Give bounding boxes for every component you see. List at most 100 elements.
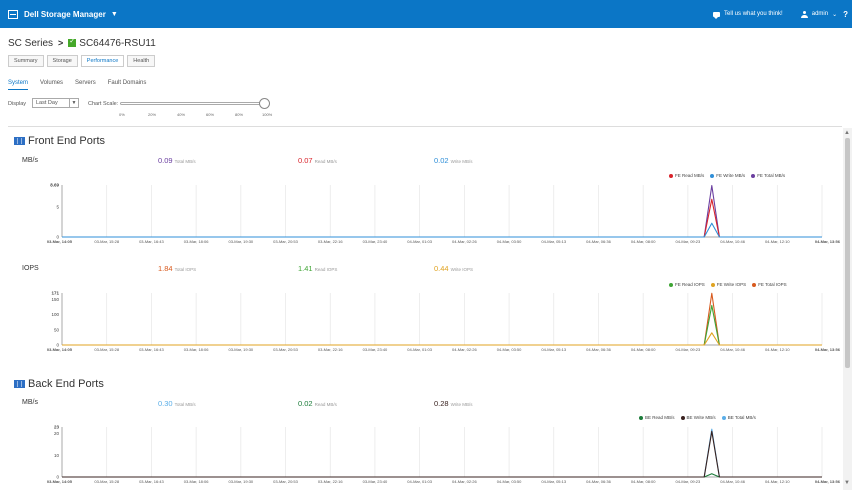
legend-item[interactable]: BE Read MB/s xyxy=(639,415,675,420)
y-tick-label: 150 xyxy=(51,297,59,302)
x-tick-label: 04-Mar, 09:23 xyxy=(676,479,701,484)
x-tick-label: 03-Mar, 19:30 xyxy=(228,479,253,484)
legend-item[interactable]: FE Total MB/s xyxy=(751,173,785,178)
x-tick-label: 04-Mar, 08:00 xyxy=(631,239,656,244)
legend-dot xyxy=(751,173,756,178)
x-tick-label: 03-Mar, 15:28 xyxy=(94,239,119,244)
y-tick-label: 50 xyxy=(54,327,60,332)
x-tick-label: 04-Mar, 13:56 xyxy=(815,239,841,244)
x-tick-label: 03-Mar, 16:43 xyxy=(139,239,164,244)
legend-label: BE Total MB/s xyxy=(727,415,756,420)
user-menu-button[interactable]: admin ⌄ xyxy=(797,10,838,18)
x-tick-label: 04-Mar, 09:23 xyxy=(676,239,701,244)
unit: Write MB/s xyxy=(450,402,473,407)
legend-item[interactable]: FE Read MB/s xyxy=(669,173,704,178)
legend-dot xyxy=(669,282,673,287)
legend-dot xyxy=(639,415,643,420)
x-tick-label: 04-Mar, 13:56 xyxy=(815,347,841,352)
subtab-servers[interactable]: Servers xyxy=(75,80,96,90)
x-tick-label: 04-Mar, 13:56 xyxy=(815,479,841,484)
unit: Read MB/s xyxy=(314,159,337,164)
section-title: Back End Ports xyxy=(28,378,104,390)
legend-dot xyxy=(752,282,757,287)
scrollbar-thumb[interactable] xyxy=(845,138,850,368)
feedback-label: Tell us what you think! xyxy=(724,11,783,17)
value: 0.28 xyxy=(434,399,449,408)
subtab-system[interactable]: System xyxy=(8,80,29,90)
legend-item[interactable]: BE Total MB/s xyxy=(721,415,756,420)
subtab-fault-domains[interactable]: Fault Domains xyxy=(108,80,147,90)
breadcrumb-system: SC64476-RSU11 xyxy=(79,37,156,49)
be-mbs-label: MB/s xyxy=(22,399,38,406)
chart-legend: BE Read MB/s BE Write MB/s BE Total MB/s xyxy=(633,415,756,420)
value: 0.02 xyxy=(434,156,449,165)
x-tick-label: 04-Mar, 01:03 xyxy=(407,347,432,352)
be-mbs-chart: 232010003-Mar, 14:05 03-Mar, 15:28 03-Mar,… xyxy=(47,425,841,485)
x-tick-label: 03-Mar, 23:40 xyxy=(363,479,388,484)
chevron-down-icon: ▼ xyxy=(110,10,118,18)
tab-health[interactable]: Health xyxy=(127,55,156,67)
series-line xyxy=(62,222,822,238)
chevron-down-icon: ⌄ xyxy=(832,11,838,18)
vertical-scrollbar[interactable]: ▲ ▼ xyxy=(843,128,852,490)
section-front-end: Front End Ports xyxy=(14,135,105,147)
x-tick-label: 04-Mar, 12:10 xyxy=(765,479,790,484)
x-tick-label: 03-Mar, 19:30 xyxy=(228,347,253,352)
x-tick-label: 03-Mar, 18:06 xyxy=(184,479,209,484)
display-select-value: Last Day xyxy=(36,100,58,106)
legend-item[interactable]: FE Write MB/s xyxy=(710,173,745,178)
legend-item[interactable]: BE Write MB/s xyxy=(680,415,716,420)
scale-tick: 0% xyxy=(119,112,125,117)
x-tick-label: 04-Mar, 06:36 xyxy=(586,479,611,484)
tab-summary[interactable]: Summary xyxy=(8,55,44,67)
x-tick-label: 04-Mar, 09:23 xyxy=(676,347,701,352)
value: 0.02 xyxy=(298,399,313,408)
fe-read-iops: 1.41 Read IOPS xyxy=(298,264,337,273)
legend-dot xyxy=(669,173,673,178)
scroll-up-icon[interactable]: ▲ xyxy=(844,130,850,136)
x-tick-label: 03-Mar, 20:53 xyxy=(273,347,298,352)
x-tick-label: 03-Mar, 23:40 xyxy=(363,347,388,352)
main-tabs: Summary Storage Performance Health xyxy=(8,55,158,67)
chart-scale-ticks: 0% 20% 40% 60% 80% 100% xyxy=(116,112,278,118)
x-tick-label: 04-Mar, 06:36 xyxy=(586,347,611,352)
help-button[interactable]: ? xyxy=(843,10,848,19)
legend-label: BE Write MB/s xyxy=(686,415,716,420)
x-tick-label: 04-Mar, 05:13 xyxy=(541,479,566,484)
y-tick-label: 5 xyxy=(56,205,59,210)
x-tick-label: 04-Mar, 10:46 xyxy=(720,239,745,244)
section-back-end: Back End Ports xyxy=(14,378,104,390)
x-tick-label: 04-Mar, 10:46 xyxy=(720,479,745,484)
sub-tabs: System Volumes Servers Fault Domains xyxy=(8,80,158,90)
series-line xyxy=(62,332,822,346)
user-label: admin xyxy=(811,11,829,17)
x-tick-label: 03-Mar, 22:16 xyxy=(318,239,343,244)
chart-scale-slider[interactable] xyxy=(120,102,264,105)
value: 0.30 xyxy=(158,399,173,408)
tab-performance[interactable]: Performance xyxy=(80,55,125,67)
scroll-down-icon[interactable]: ▼ xyxy=(844,480,850,486)
app-title: Dell Storage Manager xyxy=(24,9,106,19)
x-tick-label: 04-Mar, 12:10 xyxy=(765,239,790,244)
chevron-right-icon: > xyxy=(58,38,64,48)
scale-tick: 40% xyxy=(177,112,186,117)
y-tick-label: 171 xyxy=(51,291,59,296)
subtab-volumes[interactable]: Volumes xyxy=(40,80,63,90)
breadcrumb-root[interactable]: SC Series xyxy=(8,38,53,49)
chart-scale-slider-handle[interactable] xyxy=(259,98,270,109)
x-tick-label: 03-Mar, 14:05 xyxy=(47,479,73,484)
fe-iops-chart: 17115010050003-Mar, 14:05 03-Mar, 15:28 03… xyxy=(47,291,841,353)
y-tick-label: 8.69 xyxy=(50,183,59,188)
be-total-mbs: 0.30 Total MB/s xyxy=(158,399,196,408)
legend-dot xyxy=(710,173,715,178)
x-tick-label: 03-Mar, 15:28 xyxy=(94,479,119,484)
grid-icon xyxy=(14,137,25,145)
app-menu-button[interactable]: Dell Storage Manager ▼ xyxy=(8,9,118,19)
legend-dot xyxy=(680,415,685,420)
tab-storage[interactable]: Storage xyxy=(46,55,78,67)
feedback-link[interactable]: Tell us what you think! xyxy=(709,11,783,19)
series-line xyxy=(62,430,822,478)
display-select[interactable]: Last Day ▼ xyxy=(32,98,79,108)
x-tick-label: 03-Mar, 20:53 xyxy=(273,239,298,244)
unit: Write IOPS xyxy=(450,267,474,272)
